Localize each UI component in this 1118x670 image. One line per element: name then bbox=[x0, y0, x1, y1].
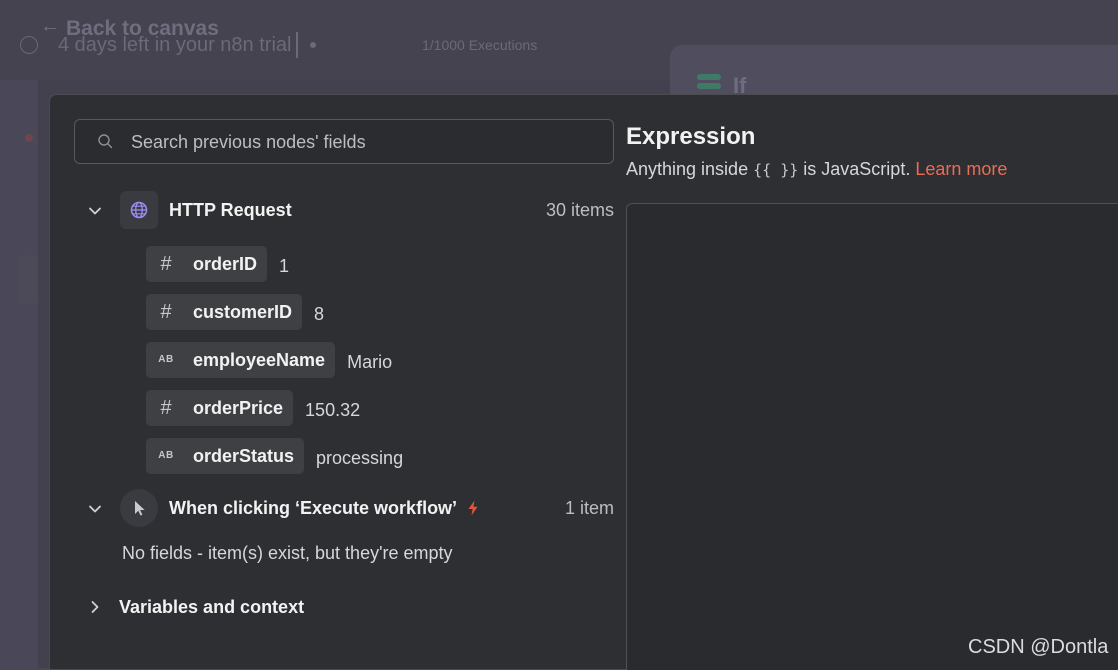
number-type-icon: # bbox=[160, 253, 172, 275]
empty-fields-note: No fields - item(s) exist, but they're e… bbox=[122, 543, 453, 563]
field-pill[interactable]: AB employeeName bbox=[146, 342, 336, 378]
field-row[interactable]: # customerID 8 bbox=[146, 294, 324, 330]
node-title: When clicking ‘Execute workflow’ bbox=[169, 498, 479, 519]
field-row[interactable]: AB employeeName Mario bbox=[146, 342, 392, 378]
chevron-down-icon[interactable] bbox=[87, 203, 103, 219]
number-type-icon: # bbox=[160, 397, 172, 419]
expression-hint: Anything inside {{ }} is JavaScript. Lea… bbox=[626, 159, 1007, 180]
field-value: 8 bbox=[314, 304, 325, 324]
background-indicator-dot bbox=[25, 134, 33, 142]
node-icon bbox=[120, 489, 158, 527]
chevron-down-icon[interactable] bbox=[87, 501, 103, 517]
string-type-icon: AB bbox=[158, 450, 174, 461]
field-pill[interactable]: AB orderStatus bbox=[146, 438, 305, 474]
search-input[interactable] bbox=[129, 120, 603, 165]
learn-more-link[interactable]: Learn more bbox=[915, 159, 1007, 179]
hint-text-before: Anything inside bbox=[626, 159, 749, 179]
node-manual-trigger[interactable]: When clicking ‘Execute workflow’ 1 item bbox=[74, 489, 614, 529]
string-type-icon: AB bbox=[158, 354, 174, 365]
hint-text-after: is JavaScript. bbox=[803, 159, 911, 179]
chevron-right-icon[interactable] bbox=[87, 599, 103, 615]
watermark: CSDN @Dontla bbox=[968, 636, 1109, 658]
if-node-icon bbox=[697, 74, 721, 94]
number-type-icon: # bbox=[160, 301, 172, 323]
field-value: processing bbox=[316, 448, 404, 468]
field-value: Mario bbox=[347, 352, 393, 372]
field-value: 150.32 bbox=[305, 400, 361, 420]
topbar-divider bbox=[296, 32, 298, 58]
field-pill[interactable]: # customerID bbox=[146, 294, 303, 330]
pointer-icon bbox=[135, 501, 145, 516]
search-icon bbox=[98, 134, 113, 149]
field-value: 1 bbox=[279, 256, 290, 276]
back-arrow-icon: ← bbox=[40, 15, 60, 37]
globe-icon bbox=[130, 201, 148, 219]
status-dot bbox=[310, 42, 316, 48]
node-item-count: 1 item bbox=[564, 498, 614, 518]
variables-and-context-section[interactable]: Variables and context bbox=[74, 593, 474, 621]
lightning-bolt-icon bbox=[468, 500, 478, 516]
field-row[interactable]: AB orderStatus processing bbox=[146, 438, 403, 474]
trial-info-icon bbox=[20, 36, 38, 54]
expression-editor-input[interactable] bbox=[626, 203, 1118, 670]
field-row[interactable]: # orderID 1 bbox=[146, 246, 289, 282]
expression-title: Expression bbox=[626, 123, 756, 150]
variables-label: Variables and context bbox=[119, 597, 305, 617]
field-pill[interactable]: # orderID bbox=[146, 246, 268, 282]
node-http-request[interactable]: HTTP Request 30 items bbox=[74, 191, 614, 231]
expression-editor-modal: HTTP Request 30 items # orderID 1 # cust… bbox=[49, 94, 1118, 670]
node-item-count: 30 items bbox=[545, 200, 614, 220]
executions-counter: 1/1000 Executions bbox=[422, 37, 538, 53]
node-icon bbox=[120, 191, 158, 229]
field-row[interactable]: # orderPrice 150.32 bbox=[146, 390, 360, 426]
node-title: HTTP Request bbox=[169, 200, 292, 220]
background-panel-tab bbox=[18, 255, 38, 303]
hint-code: {{ }} bbox=[753, 161, 799, 179]
field-search-box[interactable] bbox=[74, 119, 614, 165]
field-pill[interactable]: # orderPrice bbox=[146, 390, 294, 426]
back-to-canvas-link: Back to canvas bbox=[66, 17, 219, 40]
